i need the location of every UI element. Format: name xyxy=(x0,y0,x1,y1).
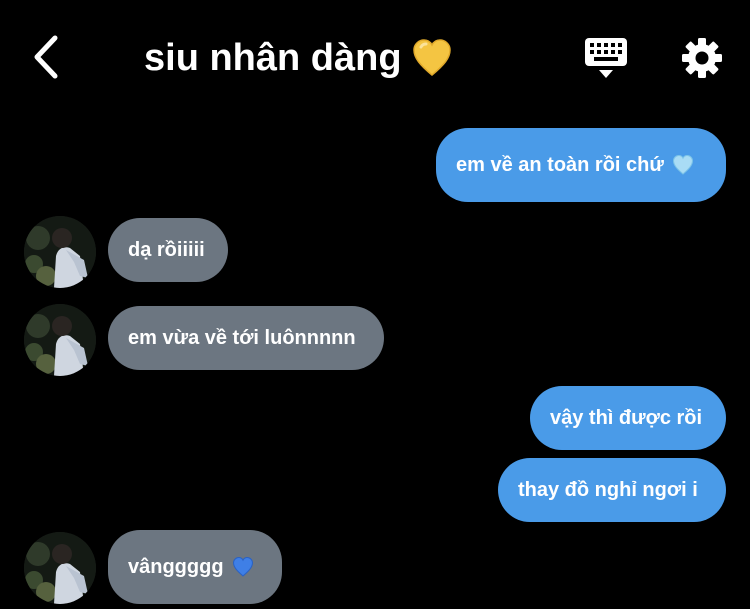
light-blue-heart-icon xyxy=(672,155,694,175)
conversation-title-text: siu nhân dàng xyxy=(144,36,402,79)
message-text: thay đồ nghỉ ngơi i xyxy=(518,478,698,501)
blue-heart-icon xyxy=(232,557,254,577)
contact-avatar[interactable] xyxy=(24,216,96,288)
incoming-message-bubble[interactable]: dạ rồiiiii xyxy=(108,218,228,282)
conversation-title: siu nhân dàng xyxy=(144,32,452,84)
message-text: vânggggg xyxy=(128,555,224,578)
message-text: dạ rồiiiii xyxy=(128,238,205,261)
message-thread: em về an toàn rồi chứ dạ rồiiiii em vừa … xyxy=(0,112,750,609)
incoming-message-bubble[interactable]: em vừa về tới luônnnnn xyxy=(108,306,384,370)
contact-avatar[interactable] xyxy=(24,304,96,376)
settings-button[interactable] xyxy=(680,36,724,80)
keyboard-icon xyxy=(585,38,627,78)
outgoing-message-bubble[interactable]: vậy thì được rồi xyxy=(530,386,726,450)
keyboard-button[interactable] xyxy=(582,36,630,80)
chat-header: siu nhân dàng xyxy=(0,0,750,112)
outgoing-message-bubble[interactable]: thay đồ nghỉ ngơi i xyxy=(498,458,726,522)
incoming-message-bubble[interactable]: vânggggg xyxy=(108,530,282,604)
message-text: em về an toàn rồi chứ xyxy=(456,153,664,176)
contact-avatar[interactable] xyxy=(24,532,96,604)
back-button[interactable] xyxy=(24,30,68,84)
gear-icon xyxy=(682,38,722,78)
chevron-left-icon xyxy=(34,35,58,79)
message-text: em vừa về tới luônnnnn xyxy=(128,326,356,349)
outgoing-message-bubble[interactable]: em về an toàn rồi chứ xyxy=(436,128,726,202)
message-text: vậy thì được rồi xyxy=(550,406,703,429)
yellow-heart-icon xyxy=(412,39,452,77)
